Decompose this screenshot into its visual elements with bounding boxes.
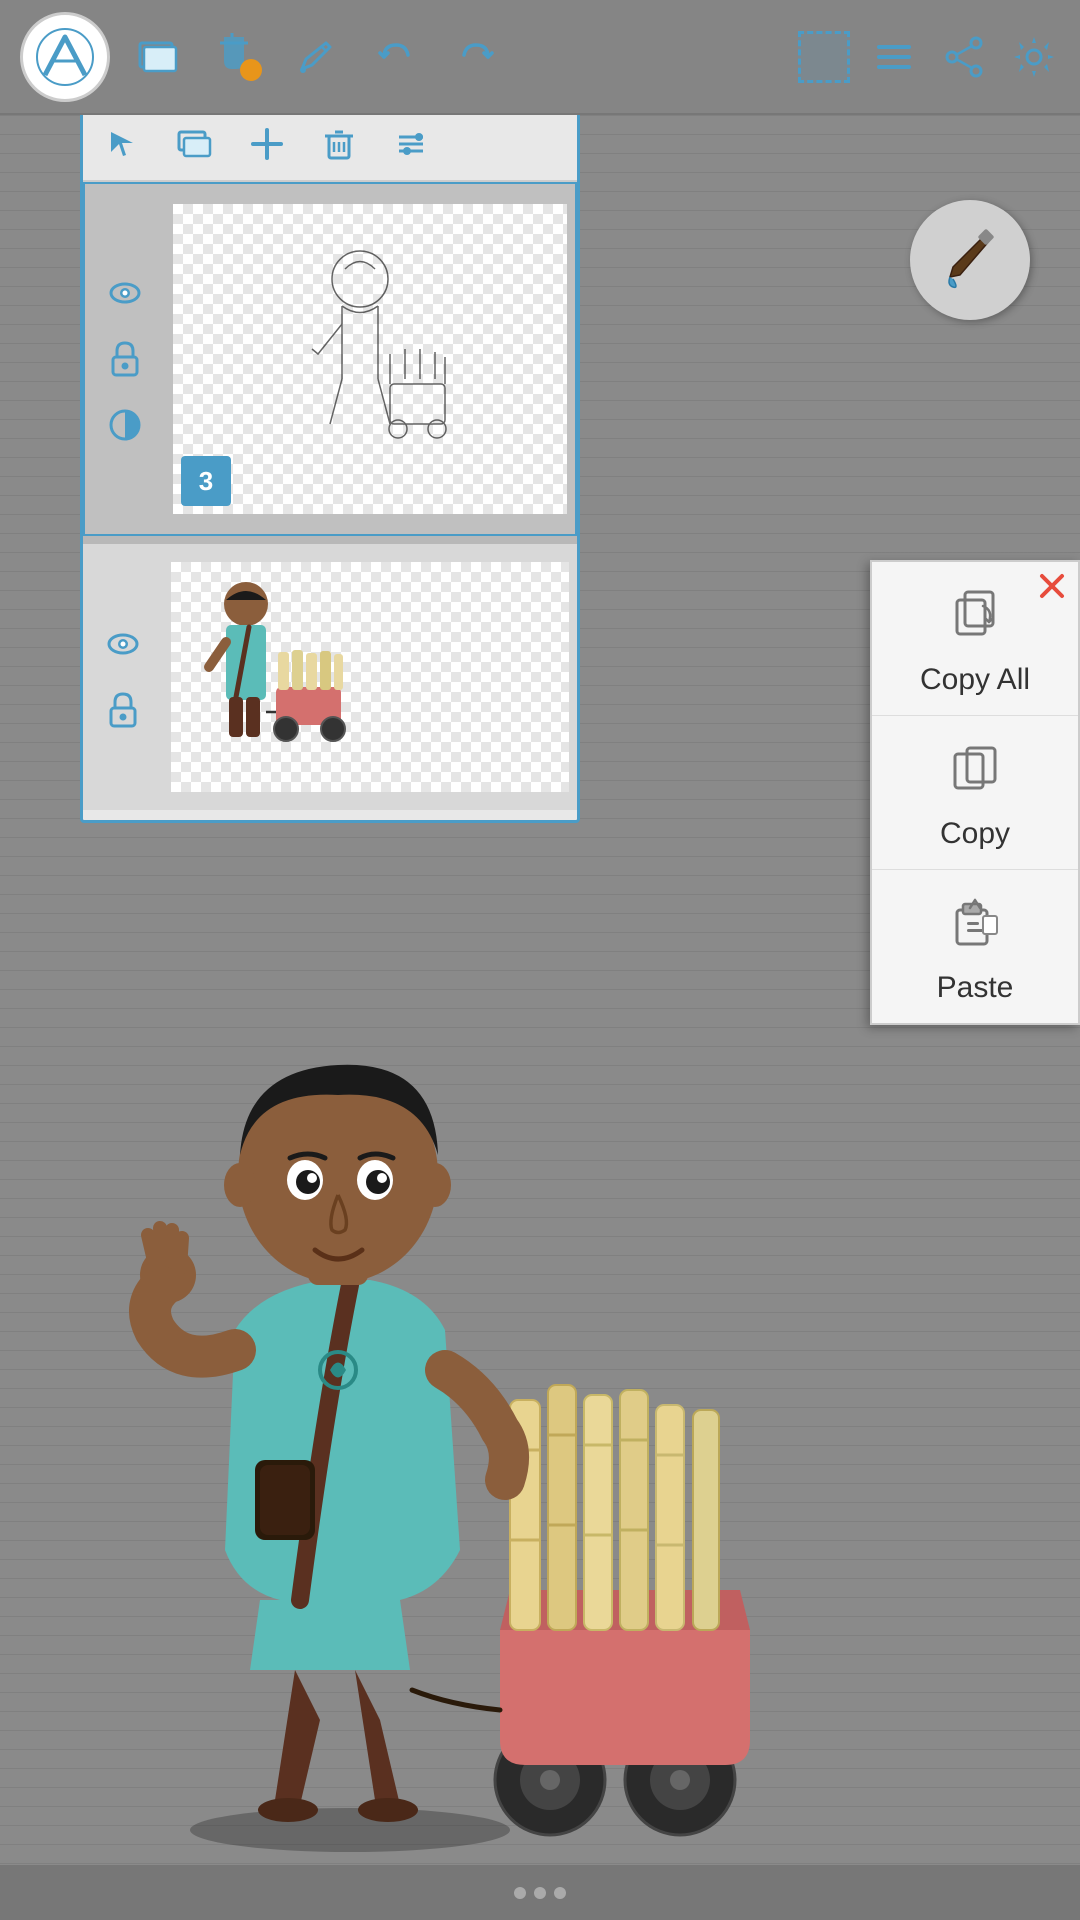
hamburger-menu-button[interactable] bbox=[868, 31, 920, 83]
layer-separator bbox=[83, 536, 577, 544]
hamburger-icon bbox=[871, 34, 917, 80]
copy-all-svg bbox=[945, 584, 1005, 644]
settings-button[interactable] bbox=[1008, 31, 1060, 83]
layer-options-button[interactable] bbox=[389, 122, 433, 166]
brush-icon bbox=[935, 225, 1005, 295]
copy-menu-item[interactable]: Copy bbox=[872, 716, 1078, 870]
redo-button[interactable] bbox=[450, 31, 502, 83]
undo-icon bbox=[374, 35, 418, 79]
paste-label: Paste bbox=[937, 971, 1014, 1005]
layer-number-badge: 3 bbox=[181, 456, 231, 506]
toolbar bbox=[0, 0, 1080, 115]
close-icon bbox=[1034, 568, 1070, 604]
logo-icon bbox=[35, 27, 95, 87]
context-menu: Copy All Copy Paste bbox=[870, 560, 1080, 1025]
eye-icon-2 bbox=[105, 626, 141, 662]
redo-icon bbox=[454, 35, 498, 79]
dot-1 bbox=[514, 1887, 526, 1899]
eye-icon bbox=[107, 275, 143, 311]
selection-box-button[interactable] bbox=[798, 31, 850, 83]
select-layer-button[interactable] bbox=[101, 122, 145, 166]
layers-tool-button[interactable] bbox=[130, 31, 182, 83]
opacity-icon bbox=[107, 407, 143, 443]
copy-label: Copy bbox=[940, 817, 1010, 851]
layer-1-lock-button[interactable] bbox=[106, 340, 144, 378]
layer-2-lock-button[interactable] bbox=[104, 691, 142, 729]
copy-all-label: Copy All bbox=[920, 663, 1030, 697]
layer-2[interactable] bbox=[83, 544, 577, 810]
trash-icon bbox=[319, 124, 359, 164]
copy-svg bbox=[945, 738, 1005, 798]
select-icon bbox=[103, 124, 143, 164]
paste-icon bbox=[945, 892, 1005, 963]
delete-layer-button[interactable] bbox=[317, 122, 361, 166]
lock-icon bbox=[109, 341, 141, 377]
plus-icon bbox=[247, 124, 287, 164]
add-layer-button[interactable] bbox=[173, 122, 217, 166]
layer-2-thumbnail bbox=[171, 562, 569, 792]
layers-panel-header bbox=[83, 108, 577, 182]
options-icon bbox=[391, 124, 431, 164]
layer-1-controls bbox=[85, 264, 165, 454]
bottom-dots bbox=[514, 1887, 566, 1899]
dot-2 bbox=[534, 1887, 546, 1899]
paste-svg bbox=[945, 892, 1005, 952]
bottom-bar bbox=[0, 1865, 1080, 1920]
layer-2-content bbox=[171, 562, 361, 772]
dot-3 bbox=[554, 1887, 566, 1899]
main-illustration bbox=[60, 1010, 760, 1860]
layer-1[interactable]: 3 bbox=[83, 182, 577, 536]
layer-2-visibility-button[interactable] bbox=[104, 625, 142, 663]
new-layer-button[interactable] bbox=[245, 122, 289, 166]
context-menu-close-button[interactable] bbox=[1034, 568, 1070, 604]
layer-2-controls bbox=[83, 615, 163, 739]
eyedropper-icon bbox=[294, 35, 338, 79]
paint-bucket-tool-button[interactable] bbox=[210, 31, 262, 83]
eyedropper-tool-button[interactable] bbox=[290, 31, 342, 83]
paste-menu-item[interactable]: Paste bbox=[872, 870, 1078, 1023]
layer-1-visibility-button[interactable] bbox=[106, 274, 144, 312]
gear-icon bbox=[1010, 33, 1058, 81]
share-icon bbox=[942, 35, 986, 79]
toolbar-tools bbox=[130, 31, 798, 83]
share-button[interactable] bbox=[938, 31, 990, 83]
lock-icon-2 bbox=[107, 692, 139, 728]
layers-panel: 3 bbox=[80, 105, 580, 823]
layer-1-opacity-button[interactable] bbox=[106, 406, 144, 444]
toolbar-right-tools bbox=[798, 31, 1060, 83]
copy-icon bbox=[945, 738, 1005, 809]
layers-icon bbox=[132, 33, 180, 81]
layers-stack-icon bbox=[175, 124, 215, 164]
undo-button[interactable] bbox=[370, 31, 422, 83]
layer-1-sketch-content bbox=[270, 224, 470, 494]
copy-all-icon bbox=[945, 584, 1005, 655]
brush-circle-button[interactable] bbox=[910, 200, 1030, 320]
paint-color-indicator bbox=[240, 59, 262, 81]
layer-1-thumbnail: 3 bbox=[173, 204, 567, 514]
app-logo[interactable] bbox=[20, 12, 110, 102]
